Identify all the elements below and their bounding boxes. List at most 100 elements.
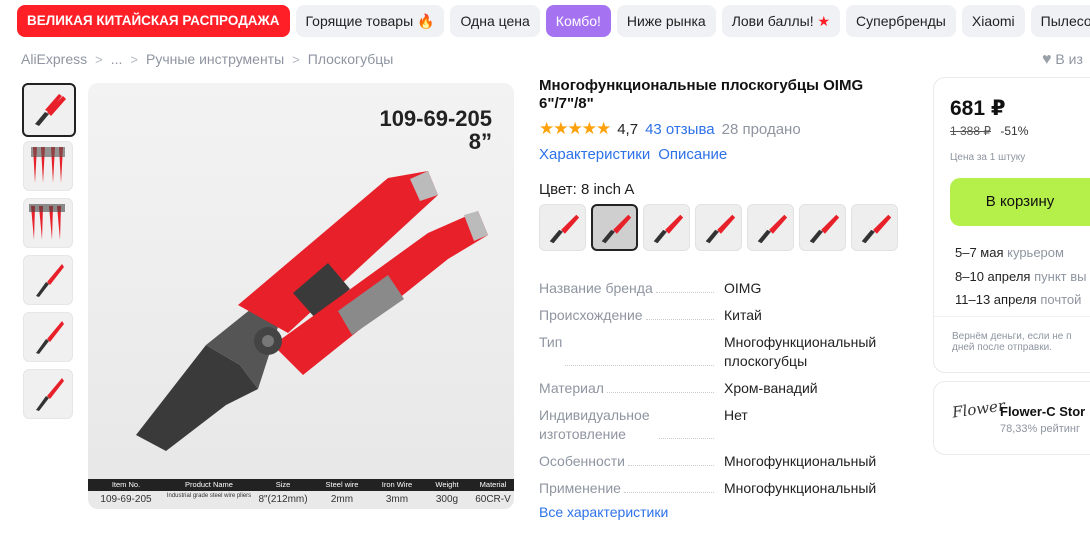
- color-swatch[interactable]: [747, 204, 794, 251]
- property-value: Нет: [724, 407, 748, 423]
- chip-xiaomi[interactable]: Xiaomi: [961, 5, 1025, 37]
- color-swatch[interactable]: [799, 204, 846, 251]
- property-row: Материал Хром-ванадий: [539, 379, 884, 398]
- product-title: Многофункциональные плоскогубцы OIMG 6"/…: [539, 77, 864, 112]
- pliers-swatch-image: [757, 214, 787, 243]
- tab-characteristics[interactable]: Характеристики: [539, 146, 650, 163]
- property-key: Название бренда: [539, 279, 656, 298]
- breadcrumb-hand-tools[interactable]: Ручные инструменты: [146, 51, 284, 67]
- rating-row: ★★★★★ 4,7 43 отзыва 28 продано: [539, 119, 899, 139]
- properties-list: Название бренда OIMG Происхождение Китай…: [539, 279, 884, 506]
- fire-icon: 🔥: [417, 13, 435, 29]
- pliers-thumbnail-image: [36, 378, 64, 411]
- delivery-option[interactable]: 11–13 апреля почтой: [955, 288, 1086, 312]
- pliers-thumbnail-image: [36, 321, 64, 354]
- all-characteristics-link[interactable]: Все характеристики: [539, 504, 668, 520]
- chip-below-market[interactable]: Ниже рынка: [616, 5, 716, 37]
- property-row: Применение Многофункциональный: [539, 479, 884, 498]
- store-logo: Flower: [951, 396, 1007, 422]
- property-row: Название бренда OIMG: [539, 279, 884, 298]
- tab-description[interactable]: Описание: [658, 146, 727, 163]
- chevron-right-icon: >: [292, 51, 300, 67]
- property-value: OIMG: [724, 280, 762, 296]
- color-label: Цвет: 8 inch A: [539, 181, 635, 198]
- color-swatch-selected[interactable]: [591, 204, 638, 251]
- color-swatch[interactable]: [695, 204, 742, 251]
- property-key: Применение: [539, 479, 624, 498]
- thumbnail-5[interactable]: [23, 312, 73, 362]
- breadcrumb: AliExpress > ... > Ручные инструменты > …: [21, 51, 393, 67]
- thumbnail-3[interactable]: [23, 198, 73, 248]
- sold-count: 28 продано: [721, 120, 801, 138]
- breadcrumb-aliexpress[interactable]: AliExpress: [21, 51, 87, 67]
- buy-panel: 681 ₽ 1 388 ₽ -51% Цена за 1 штуку В кор…: [933, 77, 1090, 373]
- favorites-label: В из: [1055, 51, 1083, 67]
- color-swatches: [539, 204, 899, 251]
- property-value: Многофункциональный: [724, 480, 877, 496]
- main-product-image[interactable]: 109-69-205 8” Item No. Product Name Size S…: [88, 83, 514, 509]
- chip-combo[interactable]: Комбо!: [545, 5, 611, 37]
- star-icon: ★: [817, 13, 831, 29]
- delivery-option[interactable]: 5–7 мая курьером: [955, 241, 1086, 265]
- chip-superbrands[interactable]: Супербренды: [846, 5, 956, 37]
- chip-catch-points[interactable]: Лови баллы! ★: [721, 5, 841, 37]
- chevron-right-icon: >: [130, 51, 138, 67]
- rating-value: 4,7: [617, 120, 639, 138]
- property-key: Материал: [539, 379, 607, 398]
- pliers-swatch-image: [549, 214, 579, 243]
- reviews-link[interactable]: 43 отзыва: [645, 121, 715, 138]
- property-key: Происхождение: [539, 306, 646, 325]
- thumbnail-6[interactable]: [23, 369, 73, 419]
- pliers-swatch-image: [601, 214, 631, 243]
- pliers-set-thumbnail-image: [31, 147, 65, 183]
- thumbnail-list: [22, 83, 76, 426]
- property-row: Особенности Многофункциональный: [539, 452, 884, 471]
- thumbnail-2[interactable]: [23, 141, 73, 191]
- property-key: Особенности: [539, 452, 628, 471]
- pliers-swatch-image: [653, 214, 683, 243]
- color-swatch[interactable]: [851, 204, 898, 251]
- image-spec-table: Item No. Product Name Size Steel wire Iron…: [88, 479, 514, 509]
- old-price: 1 388 ₽: [950, 124, 991, 138]
- color-swatch[interactable]: [539, 204, 586, 251]
- star-rating-icon: ★★★★★: [539, 119, 611, 138]
- breadcrumb-ellipsis[interactable]: ...: [111, 51, 123, 67]
- chevron-right-icon: >: [95, 51, 103, 67]
- thumbnail-1[interactable]: [22, 83, 76, 137]
- product-info: Многофункциональные плоскогубцы OIMG 6"/…: [539, 77, 899, 251]
- property-row: Тип Многофункциональный плоскогубцы: [539, 333, 884, 371]
- store-rating: 78,33% рейтинг: [1000, 423, 1081, 435]
- thumbnail-4[interactable]: [23, 255, 73, 305]
- color-swatch[interactable]: [643, 204, 690, 251]
- pliers-set-thumbnail-image: [29, 204, 65, 240]
- pliers-swatch-image: [809, 214, 839, 243]
- delivery-options: 5–7 мая курьером 8–10 апреля пункт вы 11…: [955, 241, 1086, 312]
- delivery-option[interactable]: 8–10 апреля пункт вы: [955, 265, 1086, 289]
- property-value: Хром-ванадий: [724, 380, 818, 396]
- store-card[interactable]: Flower Flower-C Stor 78,33% рейтинг: [933, 381, 1090, 455]
- property-key: Тип: [539, 333, 566, 371]
- chip-vacuums[interactable]: Пылесосы D: [1030, 5, 1090, 37]
- property-value: Многофункциональный плоскогубцы: [724, 334, 877, 369]
- price-per-unit: Цена за 1 штуку: [950, 152, 1026, 163]
- property-row: Происхождение Китай: [539, 306, 884, 325]
- pliers-swatch-image: [861, 214, 891, 243]
- chip-great-china-sale[interactable]: ВЕЛИКАЯ КИТАЙСКАЯ РАСПРОДАЖА: [17, 5, 290, 37]
- promo-chip-bar: ВЕЛИКАЯ КИТАЙСКАЯ РАСПРОДАЖА Горящие тов…: [17, 5, 1090, 37]
- pliers-thumbnail-image: [35, 94, 66, 126]
- current-price: 681 ₽: [950, 97, 1006, 120]
- breadcrumb-pliers[interactable]: Плоскогубцы: [308, 51, 394, 67]
- discount-badge: -51%: [1000, 124, 1029, 138]
- product-tabs: Характеристики Описание: [539, 146, 899, 163]
- property-key: Индивидуальное изготовление: [539, 406, 659, 444]
- chip-one-price[interactable]: Одна цена: [450, 5, 540, 37]
- old-price-row: 1 388 ₽ -51%: [950, 124, 1028, 138]
- add-to-favorites-button[interactable]: ♥ В из: [1042, 51, 1083, 69]
- property-row: Индивидуальное изготовление Нет: [539, 406, 884, 444]
- store-name[interactable]: Flower-C Stor: [1000, 404, 1085, 419]
- property-value: Китай: [724, 307, 762, 323]
- chip-hot-products[interactable]: Горящие товары 🔥: [295, 5, 445, 37]
- property-value: Многофункциональный: [724, 453, 877, 469]
- add-to-cart-button[interactable]: В корзину: [950, 178, 1090, 226]
- pliers-thumbnail-image: [36, 264, 64, 297]
